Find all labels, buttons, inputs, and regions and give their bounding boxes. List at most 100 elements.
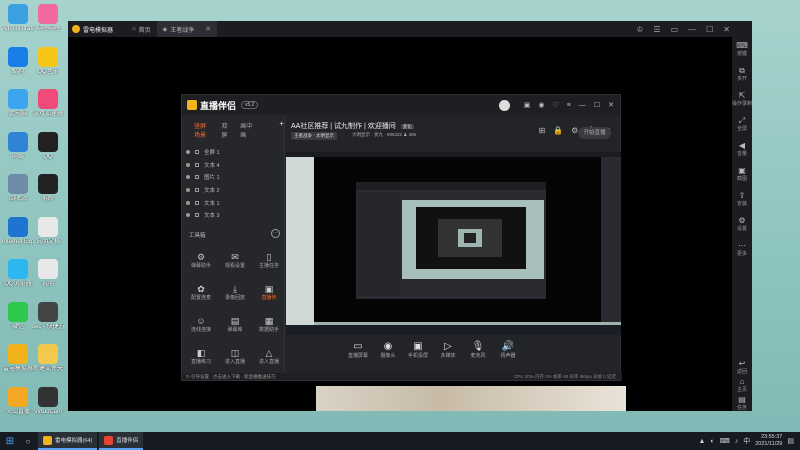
search-icon[interactable]: ○ [20,437,36,446]
taskbar-app[interactable]: 直播伴侣 [99,432,144,450]
tool-button[interactable]: △ 进入直播 [253,348,285,365]
app-control-icon[interactable]: ☐ [594,101,600,109]
scene-source-item[interactable]: 文本 1 [182,196,284,209]
desktop-icon[interactable]: QQ音乐 [32,46,64,76]
tool-button[interactable]: ◫ 进入直播 [219,348,251,365]
tab-dual-screen[interactable]: 双屏 [221,121,230,139]
scene-source-item[interactable]: 图片 1 [182,171,284,184]
sidebar-button[interactable]: ⧉ 多开 [732,66,752,82]
tool-button[interactable]: ⤓ 录像回放 [219,284,251,301]
app-control-icon[interactable]: ♡ [552,101,558,109]
scene-source-item[interactable]: 文本 2 [182,184,284,197]
tab-pip[interactable]: 画中画 [240,121,253,139]
tab-portrait-scene[interactable]: 竖屏场景 [194,121,211,139]
app-control-icon[interactable]: ◉ [538,101,544,109]
eye-icon[interactable] [186,200,190,205]
eye-icon[interactable] [186,162,190,167]
desktop-icon[interactable]: 微信 [2,301,34,331]
avatar[interactable] [498,99,510,111]
notification-icon[interactable]: ▤ [787,437,794,445]
desktop-icon[interactable]: Administrator [2,4,34,33]
source-button[interactable]: ▷ 多媒体 [434,341,462,359]
window-control-icon[interactable]: ☰ [653,25,660,34]
desktop-icon[interactable]: 酷狗 [2,46,34,76]
sidebar-button[interactable]: ⌨ 按键 [732,41,752,57]
desktop-icon[interactable]: 新建文件夹 [32,344,64,373]
source-button[interactable]: ▭ 直播屏幕 [344,341,372,359]
sidebar-button[interactable]: ⤢ 全屏 [732,116,752,132]
sidebar-button[interactable]: ⚙ 设置 [732,216,752,232]
clock[interactable]: 23:55:37 2021/11/29 [755,434,782,448]
source-button[interactable]: ▣ 手机投屏 [404,341,432,359]
start-menu-icon[interactable]: ⊞ [0,436,20,447]
scene-source-item[interactable]: 全屏 1 [182,146,284,159]
sidebar-button[interactable]: ↩ 返回 [732,359,752,375]
desktop-icon[interactable]: VirtuoCam [32,386,64,416]
app-control-icon[interactable]: ≡ [567,102,571,109]
desktop-icon[interactable]: 火山直播 [2,386,34,416]
tray-icon[interactable]: ♪ [735,438,739,445]
tool-button[interactable]: ▣ 直播伴 [253,284,285,301]
edit-title-badge[interactable]: 变化 [400,124,414,129]
tool-button[interactable]: ◧ 直播练习 [185,348,217,365]
scene-source-item[interactable]: 文本 4 [182,159,284,172]
desktop-icon[interactable]: 说明 [32,259,64,288]
app-control-icon[interactable]: ▣ [524,101,531,109]
stream-title[interactable]: AA社区推荐 | 试九制作 | 欢迎播间 变化 [291,121,414,131]
tool-button[interactable]: ✿ 配置连麦 [185,284,217,301]
lock-icon[interactable] [195,188,199,193]
add-scene-button[interactable]: + [279,120,284,139]
tray-icon[interactable]: ⌨ [720,437,730,445]
tool-button[interactable]: ⚙ 弹幕助手 [185,252,217,269]
close-tab-icon[interactable]: ✕ [205,25,211,33]
eye-icon[interactable] [186,188,190,193]
tray-icon[interactable]: ▲ [698,438,705,445]
lock-icon[interactable] [195,150,199,155]
window-control-icon[interactable]: ▭ [671,25,679,34]
app-control-icon[interactable]: ✕ [608,101,614,109]
lock-icon[interactable] [195,213,199,218]
sidebar-button[interactable]: ▣ 截图 [732,166,752,182]
desktop-icon[interactable]: 哔哩哔哩 [32,4,64,33]
eye-icon[interactable] [186,175,190,180]
tool-button[interactable]: ▦ 数据助手 [253,316,285,333]
category-tag[interactable]: 王者战争 · 太明显示 [291,132,337,140]
source-button[interactable]: 🔊 扬声器 [494,341,522,359]
tray-icon[interactable]: 中 [743,436,750,446]
source-button[interactable]: 🎙 麦克风 [464,341,492,359]
toolbox-more-button[interactable]: ··· [271,229,280,238]
sidebar-button[interactable]: ⋯ 更多 [732,241,752,257]
source-button[interactable]: ◉ 摄像头 [374,341,402,359]
stream-tool-icon[interactable]: 🔒 [553,126,563,135]
taskbar-app[interactable]: 雷电模拟器(64) [38,432,98,450]
lock-icon[interactable] [195,175,199,180]
sidebar-button[interactable]: ⌂ 主页 [732,377,752,393]
window-control-icon[interactable]: ✕ [723,25,730,34]
stream-tool-icon[interactable]: ⊞ [538,126,545,135]
start-live-button[interactable]: 开始直播 [578,127,611,139]
scene-source-item[interactable]: 文本 3 [182,209,284,222]
desktop-icon[interactable]: 雷电模拟器 [2,344,34,373]
window-control-icon[interactable]: ♔ [636,25,643,34]
tool-button[interactable]: ☺ 连线连接 [185,316,217,333]
desktop-icon[interactable]: 游戏加速器 [32,89,64,118]
desktop-icon[interactable]: 说明文档 [32,216,64,246]
desktop-icon[interactable]: sec - 快捷方式 [32,301,64,331]
eye-icon[interactable] [186,213,190,218]
lock-icon[interactable] [195,162,199,167]
window-control-icon[interactable]: ☐ [706,25,713,34]
tool-button[interactable]: ▯ 主播任务 [253,252,285,269]
lock-icon[interactable] [195,200,199,205]
sidebar-button[interactable]: ▤ 任务 [732,395,752,411]
version-badge[interactable]: v5.2 [241,101,259,109]
desktop-icon[interactable]: QQ [32,131,64,161]
tool-button[interactable]: ▤ 弹幕库 [219,316,251,333]
desktop-icon[interactable]: QQ浏览器 [2,259,34,288]
sidebar-button[interactable]: ◀ 音量 [732,141,752,157]
desktop-icon[interactable]: 剪映 [32,174,64,203]
tray-icon[interactable]: ◐ [710,438,714,445]
tab-home[interactable]: ⌂ 首页 [126,21,157,37]
window-control-icon[interactable]: — [688,25,696,34]
desktop-icon[interactable]: 此电脑 [2,89,34,118]
tab-game[interactable]: ◈ 王者战争 ✕ [156,21,218,37]
